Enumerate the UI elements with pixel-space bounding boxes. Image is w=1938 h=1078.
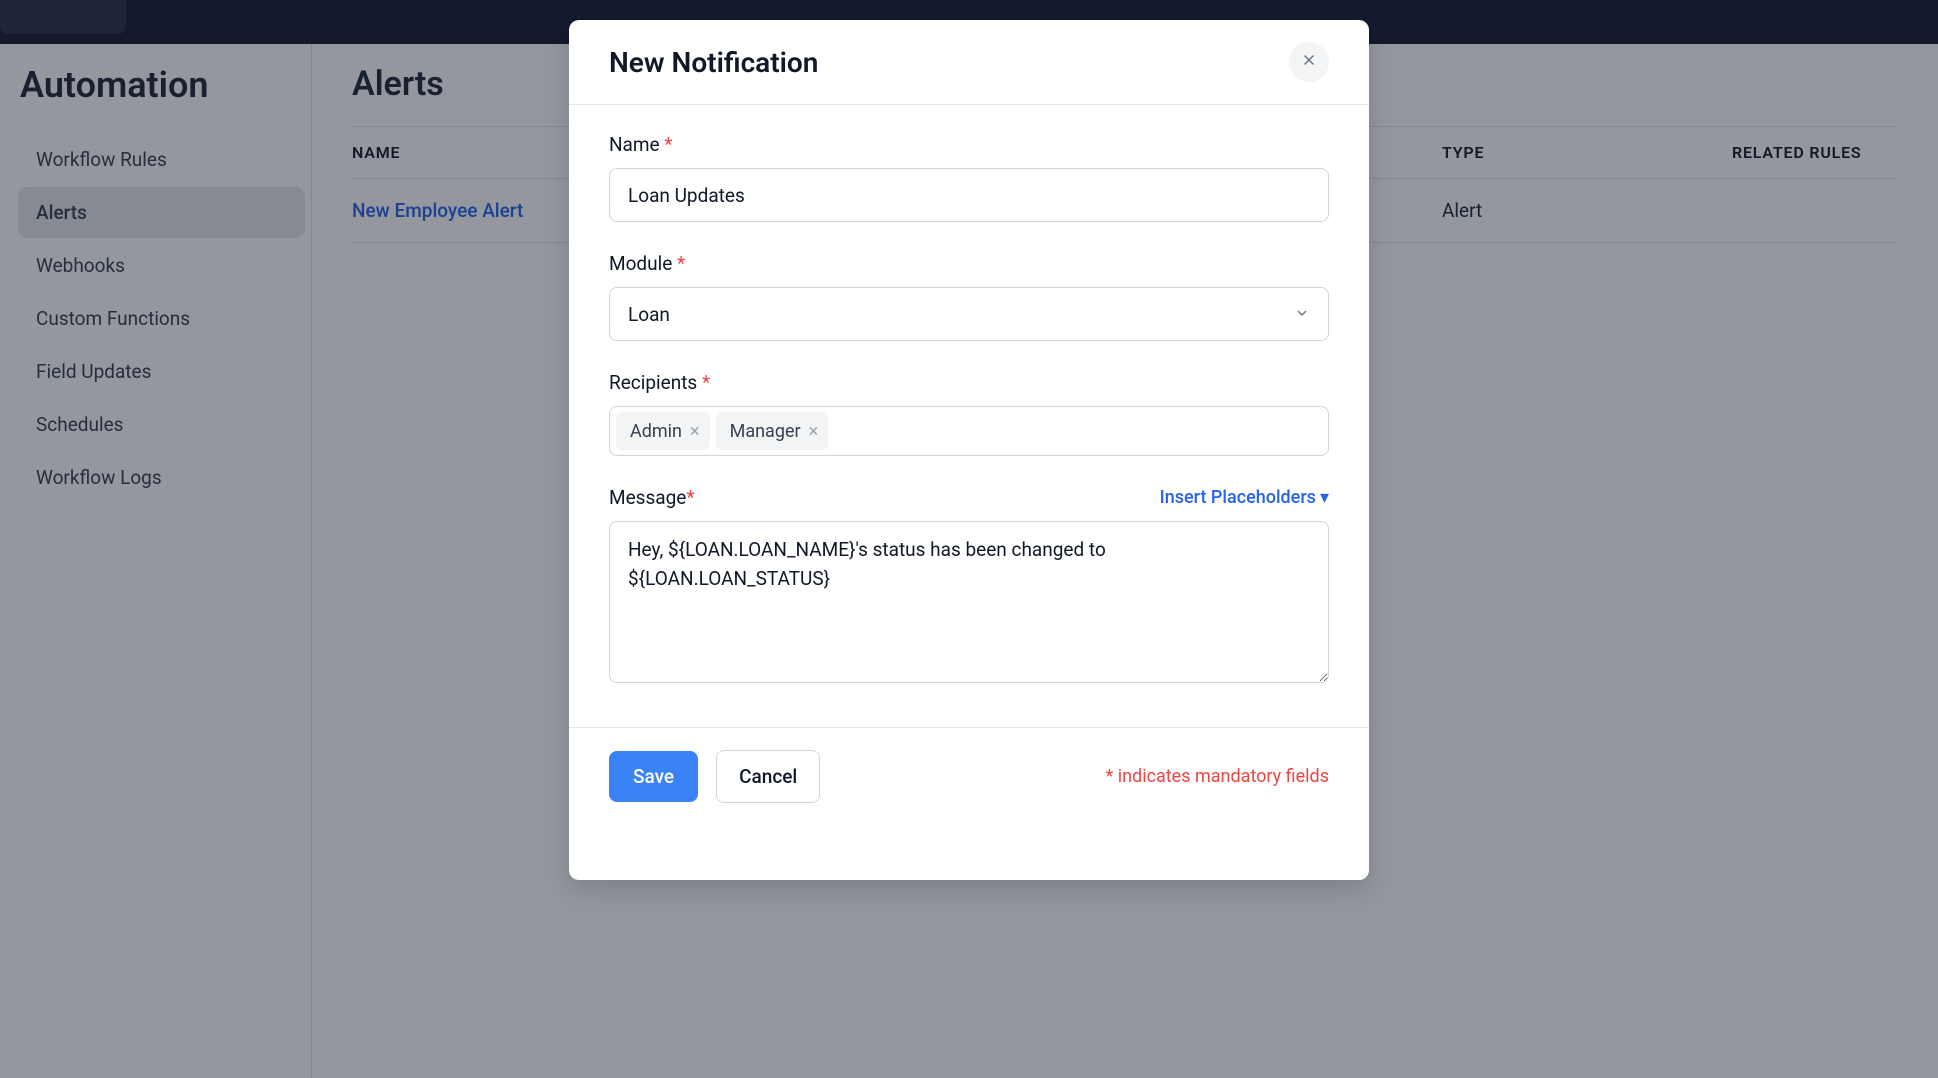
module-label-text: Module [609, 252, 672, 275]
insert-placeholders-text: Insert Placeholders [1160, 487, 1316, 508]
required-mark: * [686, 486, 694, 509]
message-label-text: Message [609, 486, 686, 509]
new-notification-modal: New Notification Name * Module * Loan [569, 20, 1369, 880]
recipient-tag: Admin × [616, 412, 710, 450]
recipient-tag-label: Manager [730, 421, 801, 442]
module-select[interactable]: Loan [609, 287, 1329, 341]
module-label: Module * [609, 252, 1329, 275]
recipients-label-text: Recipients [609, 371, 697, 394]
message-textarea[interactable] [609, 521, 1329, 683]
module-select-value: Loan [628, 303, 670, 326]
name-input[interactable] [609, 168, 1329, 222]
close-icon [1300, 51, 1318, 73]
remove-tag-icon[interactable]: × [690, 421, 700, 442]
remove-tag-icon[interactable]: × [809, 421, 819, 442]
required-mark: * [664, 133, 672, 156]
message-label: Message* [609, 486, 695, 509]
insert-placeholders-link[interactable]: Insert Placeholders ▾ [1160, 487, 1329, 508]
cancel-button[interactable]: Cancel [716, 750, 820, 803]
modal-footer: Save Cancel * indicates mandatory fields [569, 727, 1369, 831]
save-button[interactable]: Save [609, 751, 698, 802]
name-label-text: Name [609, 133, 660, 156]
recipients-input[interactable]: Admin × Manager × [609, 406, 1329, 456]
caret-down-icon: ▾ [1320, 487, 1329, 508]
required-mark: * [702, 371, 710, 394]
modal-header: New Notification [569, 20, 1369, 105]
name-label: Name * [609, 133, 1329, 156]
modal-overlay: New Notification Name * Module * Loan [0, 0, 1938, 1078]
recipient-tag: Manager × [716, 412, 829, 450]
recipients-label: Recipients * [609, 371, 1329, 394]
mandatory-note: * indicates mandatory fields [1106, 766, 1329, 787]
modal-body: Name * Module * Loan Recipients * Ad [569, 105, 1369, 727]
chevron-down-icon [1294, 303, 1310, 326]
recipient-tag-label: Admin [630, 421, 682, 442]
message-label-row: Message* Insert Placeholders ▾ [609, 486, 1329, 509]
close-button[interactable] [1289, 42, 1329, 82]
modal-title: New Notification [609, 46, 818, 79]
required-mark: * [677, 252, 685, 275]
